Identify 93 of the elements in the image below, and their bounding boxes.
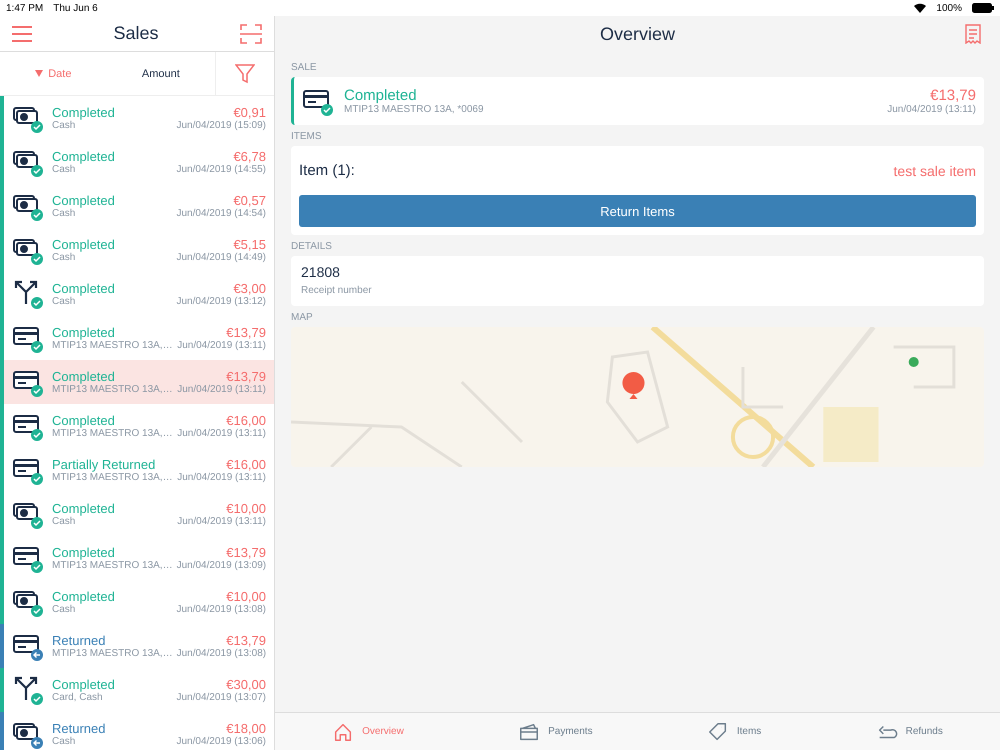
section-label: SALE xyxy=(291,61,318,75)
sale-status: Completed xyxy=(52,281,115,296)
tab[interactable]: Overview xyxy=(326,720,410,744)
payment-method: Cash xyxy=(52,120,76,131)
receipt-caption: Receipt number xyxy=(301,285,372,296)
sale-amount: €30,00 xyxy=(226,677,266,692)
sale-status: Completed xyxy=(344,87,417,104)
sale-amount: €13,79 xyxy=(226,369,266,384)
payment-method: MTIP13 MAESTRO 13A,… xyxy=(52,560,173,571)
sale-status: Returned xyxy=(52,721,106,736)
sale-date: Jun/04/2019 (13:11) xyxy=(177,472,266,483)
sale-date: Jun/04/2019 (13:11) xyxy=(177,384,266,395)
payment-method: MTIP13 MAESTRO 13A,… xyxy=(52,428,173,439)
sort-button[interactable]: Date xyxy=(31,64,76,84)
sale-amount: €16,00 xyxy=(226,457,266,472)
payment-method: Cash xyxy=(52,296,76,307)
sale-amount: €3,00 xyxy=(233,281,266,296)
sale-row[interactable]: Completed €13,79 MTIP13 MAESTRO 13A,… Jun/04/2019 (13:11) xyxy=(0,360,274,404)
item-name: test sale item xyxy=(894,162,976,178)
sort-down-icon xyxy=(35,70,44,77)
section-label: ITEMS xyxy=(291,130,323,144)
sale-amount: €0,91 xyxy=(233,105,266,120)
receipt-icon[interactable] xyxy=(964,24,982,44)
sale-date: Jun/04/2019 (13:11) xyxy=(177,340,266,351)
sale-amount: €10,00 xyxy=(226,589,266,604)
sale-amount: €5,15 xyxy=(233,237,266,252)
sale-status: Partially Returned xyxy=(52,457,156,472)
sale-amount: €13,79 xyxy=(930,87,976,104)
sale-status: Completed xyxy=(52,545,115,560)
sale-date: Jun/04/2019 (13:11) xyxy=(177,428,266,439)
sale-status: Completed xyxy=(52,105,115,120)
status-time: 1:47 PM xyxy=(6,2,44,14)
sale-date: Jun/04/2019 (13:11) xyxy=(887,104,976,115)
sale-date: Jun/04/2019 (13:06) xyxy=(176,736,266,747)
tab[interactable]: Items xyxy=(700,720,768,744)
payment-method: MTIP13 MAESTRO 13A,… xyxy=(52,340,173,351)
item-count: Item (1): xyxy=(299,162,355,179)
payment-method: Cash xyxy=(52,208,76,219)
filter-icon[interactable] xyxy=(235,64,255,84)
sale-amount: €13,79 xyxy=(226,633,266,648)
sale-date: Jun/04/2019 (13:11) xyxy=(177,516,266,527)
payment-method: Cash xyxy=(52,736,76,747)
sale-date: Jun/04/2019 (15:09) xyxy=(176,120,266,131)
battery-icon xyxy=(972,3,994,13)
sale-status: Completed xyxy=(52,193,115,208)
sale-status: Completed xyxy=(52,589,115,604)
payment-method: MTIP13 MAESTRO 13A,… xyxy=(52,472,173,483)
wifi-icon xyxy=(914,3,926,13)
payment-method: Cash xyxy=(52,164,76,175)
sale-amount: €0,57 xyxy=(233,193,266,208)
sale-status: Completed xyxy=(52,677,115,692)
sale-date: Jun/04/2019 (13:09) xyxy=(176,560,266,571)
menu-icon[interactable] xyxy=(12,26,32,42)
scan-icon[interactable] xyxy=(240,24,262,44)
sale-date: Jun/04/2019 (13:12) xyxy=(176,296,266,307)
status-date: Thu Jun 6 xyxy=(53,2,98,14)
sale-date: Jun/04/2019 (13:08) xyxy=(176,604,266,615)
sale-date: Jun/04/2019 (14:49) xyxy=(176,252,266,263)
sort-button[interactable]: Amount xyxy=(138,64,184,84)
payment-method: Cash xyxy=(52,516,76,527)
payment-method: MTIP13 MAESTRO 13A,… xyxy=(52,648,173,659)
return-items-button[interactable]: Return Items xyxy=(299,195,976,227)
sale-status: Completed xyxy=(52,369,115,384)
sale-amount: €13,79 xyxy=(226,325,266,340)
sale-status: Completed xyxy=(52,149,115,164)
section-label: DETAILS xyxy=(291,240,333,254)
sale-amount: €6,78 xyxy=(233,149,266,164)
sale-status: Completed xyxy=(52,325,115,340)
receipt-number: 21808 xyxy=(301,264,341,280)
sale-amount: €16,00 xyxy=(226,413,266,428)
payment-method: Card, Cash xyxy=(52,692,103,703)
sale-date: Jun/04/2019 (13:08) xyxy=(176,648,266,659)
sale-amount: €10,00 xyxy=(226,501,266,516)
sale-amount: €18,00 xyxy=(226,721,266,736)
tag-icon xyxy=(706,720,729,742)
sale-status: Completed xyxy=(52,501,115,516)
sidebar-title: Sales xyxy=(113,23,159,44)
payment-method: Cash xyxy=(52,604,76,615)
section-label: MAP xyxy=(291,311,314,325)
payment-method: MTIP13 MAESTRO 13A, *0069 xyxy=(344,104,484,115)
battery-percent: 100% xyxy=(936,2,962,14)
sale-date: Jun/04/2019 (14:55) xyxy=(176,164,266,175)
sale-status: Completed xyxy=(52,237,115,252)
payment-method: Cash xyxy=(52,252,76,263)
tab[interactable]: Payments xyxy=(512,720,599,744)
page-title: Overview xyxy=(600,24,675,44)
sale-date: Jun/04/2019 (13:07) xyxy=(176,692,266,703)
sale-date: Jun/04/2019 (14:54) xyxy=(176,208,266,219)
sale-amount: €13,79 xyxy=(226,545,266,560)
tab[interactable]: Refunds xyxy=(870,720,949,744)
sale-status: Returned xyxy=(52,633,106,648)
payment-method: MTIP13 MAESTRO 13A,… xyxy=(52,384,173,395)
sale-status: Completed xyxy=(52,413,115,428)
